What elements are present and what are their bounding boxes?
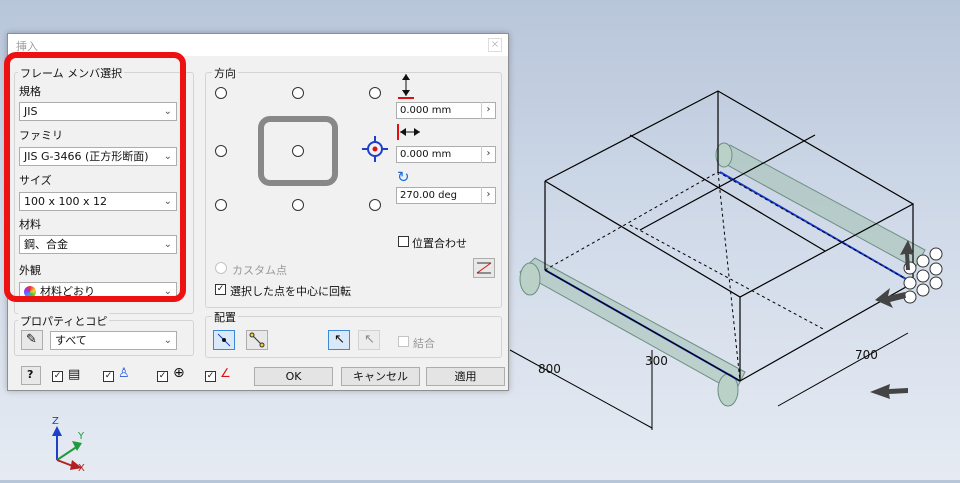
dimension-700[interactable]: 700 xyxy=(855,348,878,362)
anchor-mid-left-radio[interactable] xyxy=(215,145,227,157)
flip-icon xyxy=(476,262,492,274)
eyedropper-icon: ✎ xyxy=(26,332,37,347)
align-checkbox[interactable] xyxy=(398,236,409,247)
option4-checkbox[interactable]: ✓ xyxy=(205,371,216,382)
angle-icon: ∠ xyxy=(220,366,231,380)
two-point-line-icon xyxy=(249,332,265,348)
cursor-arrow-icon: ↖ xyxy=(334,332,345,347)
axis-x-label: X xyxy=(78,463,85,474)
material-select[interactable]: 鋼、合金 ⌄ xyxy=(19,235,177,254)
property-select[interactable]: すべて ⌄ xyxy=(50,331,177,350)
cancel-button[interactable]: キャンセル xyxy=(341,367,420,386)
move-arrows[interactable] xyxy=(870,240,914,399)
close-button[interactable]: × xyxy=(488,38,502,52)
help-button[interactable]: ? xyxy=(21,366,41,385)
section-preview xyxy=(258,116,338,186)
rotate-about-point-checkbox[interactable]: ✓ xyxy=(215,284,226,295)
chevron-down-icon: ⌄ xyxy=(163,106,172,117)
chevron-down-icon: ⌄ xyxy=(163,239,172,250)
rotation-input[interactable]: 270.00 deg › xyxy=(396,187,496,204)
arrow-right-icon[interactable]: › xyxy=(481,146,495,163)
help-icon: ? xyxy=(27,368,34,381)
insert-frame-dialog: 挿入 × フレーム メンバ選択 規格 JIS ⌄ ファミリ JIS G-3466 … xyxy=(7,33,509,391)
cursor-arrow-icon: ↖ xyxy=(364,332,375,347)
option3-checkbox[interactable]: ✓ xyxy=(157,371,168,382)
chevron-down-icon: ⌄ xyxy=(163,151,172,162)
rotate-about-point-label: 選択した点を中心に回転 xyxy=(230,285,351,298)
chevron-down-icon: ⌄ xyxy=(163,286,172,297)
axis-y-label: Y xyxy=(78,431,85,442)
apply-button[interactable]: 適用 xyxy=(426,367,505,386)
family-select[interactable]: JIS G-3466 (正方形断面) ⌄ xyxy=(19,147,177,166)
option2-checkbox[interactable]: ✓ xyxy=(103,371,114,382)
placement-group-label: 配置 xyxy=(212,309,238,325)
properties-icon: ▤ xyxy=(68,367,81,382)
size-label: サイズ xyxy=(19,174,52,187)
family-label: ファミリ xyxy=(19,129,63,142)
horizontal-offset-input[interactable]: 0.000 mm › xyxy=(396,146,496,163)
dialog-titlebar[interactable]: 挿入 × xyxy=(8,34,508,56)
dialog-title: 挿入 xyxy=(16,40,38,53)
rotate-icon: ↻ xyxy=(397,168,410,186)
color-wheel-icon xyxy=(24,286,36,298)
arrow-right-icon[interactable]: › xyxy=(481,187,495,204)
merge-label: 結合 xyxy=(413,337,435,350)
point-placement-button[interactable] xyxy=(213,330,235,350)
merge-checkbox[interactable] xyxy=(398,336,409,347)
custom-point-label: カスタム点 xyxy=(232,264,287,277)
vertical-offset-input[interactable]: 0.000 mm › xyxy=(396,102,496,119)
chevron-down-icon: ⌄ xyxy=(163,335,172,346)
anchor-bottom-left-radio[interactable] xyxy=(215,199,227,211)
beam-back[interactable] xyxy=(715,142,926,284)
center-target-icon[interactable] xyxy=(360,134,390,164)
anchor-bottom-right-radio[interactable] xyxy=(369,199,381,211)
point-line-icon xyxy=(217,333,231,347)
sphere-icon: ⊕ xyxy=(173,365,185,381)
dimension-lines xyxy=(509,332,909,430)
vertical-offset-icon xyxy=(398,74,414,99)
select-alt-button[interactable]: ↖ xyxy=(358,330,380,350)
frame-member-group-label: フレーム メンバ選択 xyxy=(18,65,125,81)
dimension-800[interactable]: 800 xyxy=(538,362,561,376)
anchor-top-right-radio[interactable] xyxy=(369,87,381,99)
dimension-300[interactable]: 300 xyxy=(645,354,668,368)
user-icon: ♙ xyxy=(118,366,130,381)
property-group-label: プロパティとコピ xyxy=(18,313,110,329)
size-select[interactable]: 100 x 100 x 12 ⌄ xyxy=(19,192,177,211)
ok-button[interactable]: OK xyxy=(254,367,333,386)
align-label: 位置合わせ xyxy=(412,237,467,250)
material-label: 材料 xyxy=(19,218,41,231)
select-button[interactable]: ↖ xyxy=(328,330,350,350)
flip-button[interactable] xyxy=(473,258,495,278)
custom-point-radio[interactable] xyxy=(215,262,227,274)
eyedropper-button[interactable]: ✎ xyxy=(21,330,43,350)
two-point-placement-button[interactable] xyxy=(246,330,268,350)
appearance-select[interactable]: 材料どおり ⌄ xyxy=(19,282,177,301)
anchor-top-center-radio[interactable] xyxy=(292,87,304,99)
standard-select[interactable]: JIS ⌄ xyxy=(19,102,177,121)
axis-z-label: Z xyxy=(52,416,59,427)
anchor-top-left-radio[interactable] xyxy=(215,87,227,99)
appearance-label: 外観 xyxy=(19,264,41,277)
arrow-right-icon[interactable]: › xyxy=(481,102,495,119)
standard-label: 規格 xyxy=(19,85,41,98)
anchor-bottom-center-radio[interactable] xyxy=(292,199,304,211)
chevron-down-icon: ⌄ xyxy=(163,196,172,207)
option1-checkbox[interactable]: ✓ xyxy=(52,371,63,382)
orientation-group-label: 方向 xyxy=(212,65,238,81)
horizontal-offset-icon xyxy=(397,124,420,140)
